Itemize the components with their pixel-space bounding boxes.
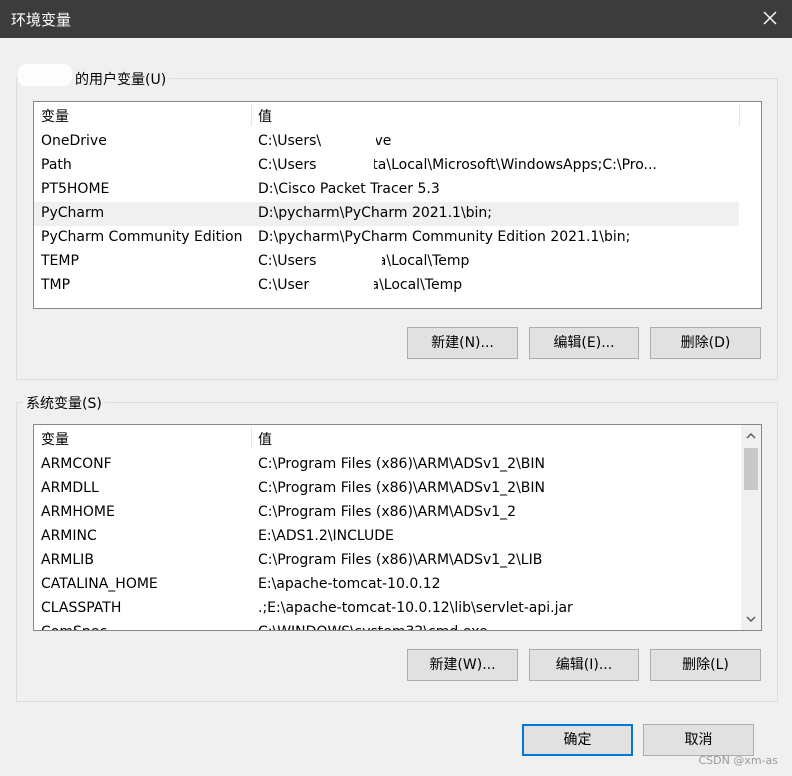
table-row[interactable]: PyCharm D:\pycharm\PyCharm 2021.1\bin; bbox=[34, 202, 739, 226]
variable-name: PyCharm bbox=[41, 205, 105, 221]
header-variable[interactable]: 变量 bbox=[41, 429, 69, 449]
table-row[interactable]: ARMDLL C:\Program Files (x86)\ARM\ADSv1_2… bbox=[34, 477, 739, 501]
table-row[interactable]: ARMHOME C:\Program Files (x86)\ARM\ADSv1_… bbox=[34, 501, 739, 525]
variable-name: Path bbox=[41, 157, 72, 173]
cancel-button[interactable]: 取消 bbox=[643, 724, 754, 756]
variable-value: E:\ADS1.2\INCLUDE bbox=[258, 528, 394, 544]
user-variables-label: 的用户变量(U) bbox=[72, 69, 170, 89]
system-variables-list[interactable]: 变量 值 ARMCONF C:\Program Files (x86)\ARM\A… bbox=[33, 424, 762, 631]
variable-value: C:\Program Files (x86)\ARM\ADSv1_2 bbox=[258, 504, 517, 520]
variable-value: .;E:\apache-tomcat-10.0.12\lib\servlet-a… bbox=[258, 600, 573, 616]
variable-name: TEMP bbox=[41, 253, 79, 269]
variable-name: ARMCONF bbox=[41, 456, 112, 472]
variable-name: PyCharm Community Edition bbox=[41, 229, 243, 245]
table-row[interactable]: ARMLIB C:\Program Files (x86)\ARM\ADSv1_2… bbox=[34, 549, 739, 573]
table-row[interactable]: ComSpec C:\WINDOWS\system32\cmd.exe bbox=[34, 621, 739, 630]
redaction-mask bbox=[318, 156, 374, 176]
table-row[interactable]: TEMP C:\Users \AppData\Local\Temp bbox=[34, 250, 739, 274]
title-bar: 环境变量 bbox=[0, 0, 792, 38]
user-delete-button[interactable]: 删除(D) bbox=[650, 327, 761, 359]
scroll-thumb[interactable] bbox=[744, 448, 758, 490]
header-variable[interactable]: 变量 bbox=[41, 106, 69, 126]
header-value[interactable]: 值 bbox=[258, 106, 272, 126]
ok-button[interactable]: 确定 bbox=[522, 724, 633, 756]
close-icon[interactable] bbox=[760, 8, 780, 28]
system-new-button[interactable]: 新建(W)... bbox=[407, 649, 518, 681]
header-value[interactable]: 值 bbox=[258, 429, 272, 449]
variable-value: E:\apache-tomcat-10.0.12 bbox=[258, 576, 441, 592]
system-list-header: 变量 值 bbox=[34, 425, 761, 451]
system-variables-label: 系统变量(S) bbox=[23, 393, 105, 413]
watermark: CSDN @xm-as bbox=[698, 754, 778, 767]
variable-value: D:\Cisco Packet Tracer 5.3 bbox=[258, 181, 440, 197]
variable-name: ComSpec bbox=[41, 624, 107, 630]
table-row[interactable]: PyCharm Community Edition D:\pycharm\PyCh… bbox=[34, 226, 739, 250]
variable-name: ARMDLL bbox=[41, 480, 99, 496]
variable-name: ARMINC bbox=[41, 528, 97, 544]
variable-name: PT5HOME bbox=[41, 181, 110, 197]
system-list-scrollbar[interactable] bbox=[741, 425, 761, 630]
redaction-mask bbox=[318, 252, 382, 272]
redacted-username bbox=[18, 64, 72, 86]
variable-value: C:\Program Files (x86)\ARM\ADSv1_2\LIB bbox=[258, 552, 543, 568]
variable-value: D:\pycharm\PyCharm Community Edition 202… bbox=[258, 229, 631, 245]
user-edit-button[interactable]: 编辑(E)... bbox=[529, 327, 639, 359]
variable-name: ARMLIB bbox=[41, 552, 94, 568]
table-row[interactable]: TMP C:\User \AppData\Local\Temp bbox=[34, 274, 739, 298]
table-row[interactable]: PT5HOME D:\Cisco Packet Tracer 5.3 bbox=[34, 178, 739, 202]
table-row[interactable]: Path C:\Users \AppData\Local\Microsoft\Wi… bbox=[34, 154, 739, 178]
scroll-down-icon[interactable] bbox=[746, 614, 756, 624]
variable-name: CATALINA_HOME bbox=[41, 576, 158, 592]
window-title: 环境变量 bbox=[11, 11, 72, 29]
variable-value: D:\pycharm\PyCharm 2021.1\bin; bbox=[258, 205, 493, 221]
table-row[interactable]: CLASSPATH .;E:\apache-tomcat-10.0.12\lib\… bbox=[34, 597, 739, 621]
scroll-up-icon[interactable] bbox=[746, 431, 756, 441]
user-variables-list[interactable]: 变量 值 OneDriveC:\Users\ OneDrivePathC:\Us… bbox=[33, 101, 762, 309]
variable-value: C:\Program Files (x86)\ARM\ADSv1_2\BIN bbox=[258, 480, 546, 496]
system-delete-button[interactable]: 删除(L) bbox=[650, 649, 761, 681]
variable-value: C:\Program Files (x86)\ARM\ADSv1_2\BIN bbox=[258, 456, 546, 472]
variable-name: TMP bbox=[41, 277, 71, 293]
user-list-header: 变量 值 bbox=[34, 102, 761, 128]
system-edit-button[interactable]: 编辑(I)... bbox=[529, 649, 639, 681]
redaction-mask bbox=[310, 276, 374, 296]
variable-name: CLASSPATH bbox=[41, 600, 122, 616]
table-row[interactable]: CATALINA_HOME E:\apache-tomcat-10.0.12 bbox=[34, 573, 739, 597]
variable-name: ARMHOME bbox=[41, 504, 115, 520]
table-row[interactable]: OneDriveC:\Users\ OneDrive bbox=[34, 130, 739, 154]
variable-value: C:\WINDOWS\system32\cmd.exe bbox=[258, 624, 738, 630]
table-row[interactable]: ARMINC E:\ADS1.2\INCLUDE bbox=[34, 525, 739, 549]
user-new-button[interactable]: 新建(N)... bbox=[407, 327, 518, 359]
redaction-mask bbox=[324, 132, 376, 152]
variable-name: OneDrive bbox=[41, 133, 107, 149]
table-row[interactable]: ARMCONF C:\Program Files (x86)\ARM\ADSv1_… bbox=[34, 453, 739, 477]
